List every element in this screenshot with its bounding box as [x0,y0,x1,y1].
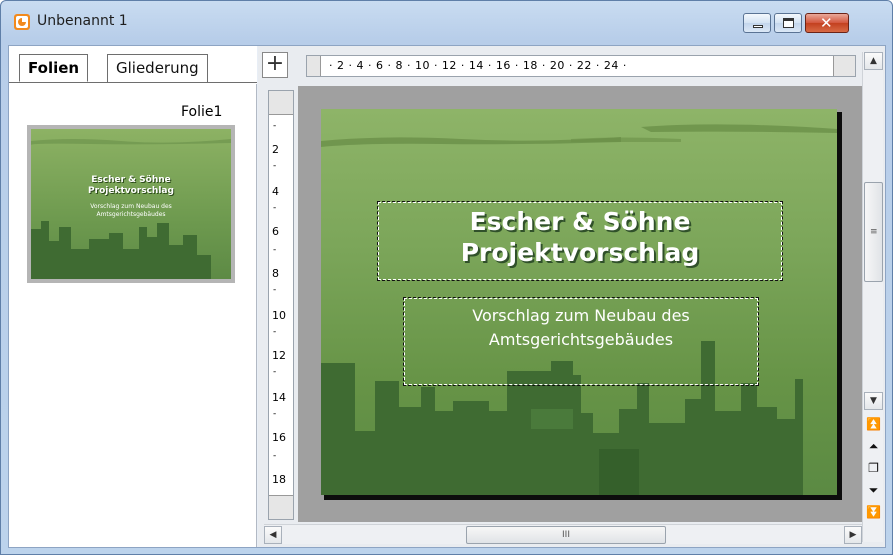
slide-title[interactable]: Escher & Söhne Projektvorschlag [378,206,782,268]
vruler-label: 16 [272,431,286,444]
vruler-label: 4 [272,185,279,198]
thumbnail-subtitle: Vorschlag zum Neubau des Amtsgerichtsgeb… [31,203,231,219]
vruler-margin-top [269,91,293,115]
tab-divider [9,82,257,83]
slide-thumbnail-preview: Escher & Söhne Projektvorschlag Vorschla… [31,129,231,279]
vruler-label: 10 [272,309,286,322]
vruler-tick: - [273,285,277,295]
slide-thumbnail[interactable]: Escher & Söhne Projektvorschlag Vorschla… [27,125,235,283]
ruler-margin-right [833,56,855,76]
next-slide-icon[interactable]: ⏷ [865,481,882,499]
slide-canvas[interactable]: Escher & Söhne Projektvorschlag Vorschla… [298,86,862,522]
document-area: Folien Gliederung Folie1 Escher & Söhne … [8,45,886,548]
last-slide-icon[interactable]: ⏬ [865,503,882,521]
scroll-left-button[interactable]: ◀ [264,526,282,544]
vruler-tick: - [273,367,277,377]
horizontal-scroll-thumb[interactable]: III [466,526,666,544]
vruler-label: 18 [272,473,286,486]
thumbnail-subtitle-line1: Vorschlag zum Neubau des [90,203,172,210]
scroll-down-button[interactable]: ▼ [864,392,883,410]
horizontal-ruler[interactable]: · 2 · 4 · 6 · 8 · 10 · 12 · 14 · 16 · 18… [306,55,856,77]
scroll-right-button[interactable]: ▶ [844,526,862,544]
scroll-up-button[interactable]: ▲ [864,52,883,70]
ruler-margin-left [307,56,321,76]
vruler-label: 8 [272,267,279,280]
previous-slide-icon[interactable]: ⏶ [865,437,882,455]
horizontal-ruler-marks: · 2 · 4 · 6 · 8 · 10 · 12 · 14 · 16 · 18… [329,59,627,72]
slide-subtitle-line1: Vorschlag zum Neubau des [472,306,690,325]
thumbnail-title: Escher & Söhne Projektvorschlag [31,175,231,197]
slide-pane-tabs: Folien Gliederung [9,46,257,84]
minimize-button[interactable] [743,13,771,33]
vruler-tick: - [273,203,277,213]
title-bar[interactable]: Unbenannt 1 ✕ [1,1,892,41]
close-button[interactable]: ✕ [805,13,849,33]
vruler-margin-bottom [269,495,293,519]
maximize-icon [783,18,794,28]
vruler-tick: - [273,327,277,337]
slide-editor: + · 2 · 4 · 6 · 8 · 10 · 12 · 14 · 16 · … [258,46,885,547]
vruler-label: 14 [272,391,286,404]
slide-title-placeholder[interactable]: Escher & Söhne Projektvorschlag [377,201,783,281]
slide-subtitle[interactable]: Vorschlag zum Neubau des Amtsgerichtsgeb… [404,304,758,352]
tab-folien[interactable]: Folien [19,54,89,82]
vertical-scroll-thumb[interactable]: ≡ [864,182,883,282]
vruler-label: 12 [272,349,286,362]
slide-subtitle-placeholder[interactable]: Vorschlag zum Neubau des Amtsgerichtsgeb… [403,297,759,386]
vruler-tick: - [273,451,277,461]
slide-pane: Folien Gliederung Folie1 Escher & Söhne … [9,46,257,547]
application-window: Unbenannt 1 ✕ Folien Gliederung Folie1 E… [0,0,893,555]
vruler-tick: - [273,161,277,171]
slide-title-line2: Projektvorschlag [460,238,700,267]
slide[interactable]: Escher & Söhne Projektvorschlag Vorschla… [321,109,837,495]
horizontal-scrollbar[interactable]: ◀ III ▶ [264,524,862,544]
vruler-tick: - [273,409,277,419]
tab-gliederung[interactable]: Gliederung [107,54,208,82]
slide-title-line1: Escher & Söhne [469,207,691,236]
first-slide-icon[interactable]: ⏫ [865,415,882,433]
window-title: Unbenannt 1 [37,13,128,29]
vruler-tick: - [273,245,277,255]
thumbnail-subtitle-line2: Amtsgerichtsgebäudes [96,211,166,218]
vertical-scrollbar[interactable]: ▲ ≡ ▼ ⏫ ⏶ ❐ ⏷ ⏬ [862,52,883,542]
vruler-label: 2 [272,143,279,156]
maximize-button[interactable] [774,13,802,33]
navigator-icon[interactable]: ❐ [865,459,882,477]
slide-subtitle-line2: Amtsgerichtsgebäudes [488,330,674,349]
thumbnail-title-line1: Escher & Söhne [91,175,171,185]
vruler-label: 6 [272,225,279,238]
slide-number-label: Folie1 [181,104,223,120]
app-logo-icon [14,14,30,30]
vertical-ruler[interactable]: - 2 - 4 - 6 - 8 - 10 - 12 - 14 - 16 - 18 [268,90,294,520]
close-icon: ✕ [820,14,833,32]
vertical-grip-icon: ≡ [870,227,878,237]
thumbnail-title-line2: Projektvorschlag [88,186,174,196]
ruler-origin-crosshair-icon[interactable]: + [262,52,288,78]
minimize-icon [753,25,763,28]
vruler-tick: - [273,121,277,131]
